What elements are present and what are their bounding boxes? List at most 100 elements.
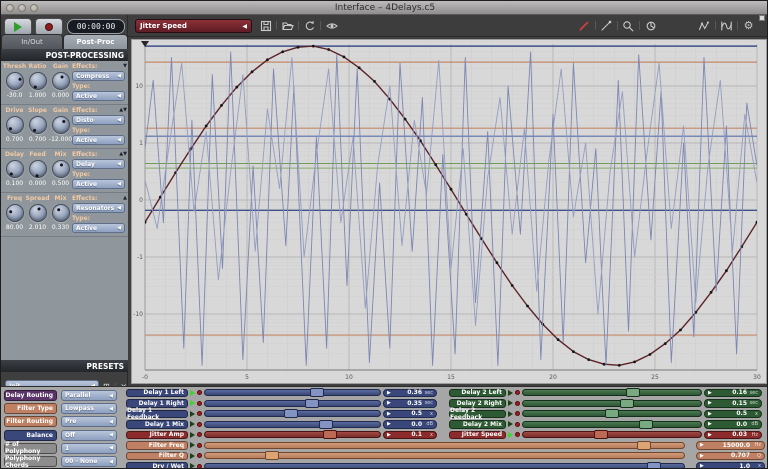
param-label-button[interactable]: Dry / Wet [126,462,188,468]
param-value-box[interactable]: ▶ 15000.0 Hz [696,441,765,450]
hand-tool-icon[interactable] [644,19,657,32]
param-slider[interactable] [204,409,381,419]
param-value-box[interactable]: ▶ 0.0 dB [704,420,762,429]
record-indicator[interactable] [197,411,202,417]
curve-point[interactable] [434,163,438,167]
record-indicator[interactable] [515,390,520,396]
play-indicator[interactable] [508,410,513,417]
param-label-button[interactable]: Filter Freq [126,441,188,450]
param-slider[interactable] [522,430,702,440]
param-slider[interactable] [522,409,702,419]
effect-dropdown[interactable]: Disto ◀ [72,115,125,125]
param-label-button[interactable]: Delay 2 Feedback [449,407,506,421]
slider-handle[interactable] [265,451,280,461]
curve-mode-icon[interactable] [720,19,733,32]
curve-point[interactable] [510,284,514,287]
undo-icon[interactable] [303,19,316,32]
routing-label-button[interactable]: Polyphony Chords [4,455,57,468]
effect-type-dropdown[interactable]: Active ◀ [72,91,125,101]
knob-freq[interactable] [5,204,24,222]
record-indicator[interactable] [197,442,202,448]
settings-gear-icon[interactable]: ⚙ [742,19,755,32]
curve-point[interactable] [281,50,285,54]
record-indicator[interactable] [197,400,202,406]
routing-dropdown[interactable]: Pre ◀ [61,416,117,428]
param-label-button[interactable]: Delay 2 Mix [449,420,506,429]
curve-point[interactable] [235,85,239,89]
save-icon[interactable] [259,19,272,32]
knob-mix[interactable] [51,204,70,222]
param-label-button[interactable]: Delay 1 Left [126,388,188,397]
routing-dropdown[interactable]: Off ◀ [61,429,117,441]
effect-dropdown[interactable]: Resonators ◀ [72,203,125,213]
param-value-box[interactable]: ▶ 0.5 x [704,409,762,418]
knob-ratio[interactable] [28,72,47,90]
curve-point[interactable] [572,350,575,353]
param-value-box[interactable]: ▶ 0.0 dB [383,420,437,429]
effect-type-dropdown[interactable]: Active ◀ [72,223,125,233]
routing-label-button[interactable]: # of Polyphony [4,441,57,455]
parameter-selector-dropdown[interactable]: Jitter Speed ◀ [135,19,252,33]
param-value-box[interactable]: ▶ 1.0 x [696,462,765,468]
play-indicator[interactable] [190,389,195,396]
play-indicator[interactable] [508,400,513,407]
curve-point[interactable] [266,58,269,62]
record-indicator[interactable] [515,432,520,438]
slider-handle[interactable] [619,398,634,408]
knob-feed[interactable] [28,160,47,178]
param-value-box[interactable]: ▶ 0.1 x [383,430,437,439]
curve-point[interactable] [342,55,346,59]
slider-handle[interactable] [319,419,334,429]
play-indicator[interactable] [190,442,195,449]
record-indicator[interactable] [197,453,202,459]
play-indicator[interactable] [190,421,195,428]
param-slider[interactable] [522,419,702,429]
record-indicator[interactable] [197,421,202,427]
play-indicator[interactable] [508,389,513,396]
param-value-box[interactable]: ▶ 0.36 sec [383,388,437,397]
play-indicator[interactable] [190,400,195,407]
param-value-box[interactable]: ▶ 0.03 Hz [704,430,762,439]
routing-label-button[interactable]: Delay Routing [4,390,57,402]
knob-mix[interactable] [51,160,70,178]
curve-point[interactable] [556,338,560,341]
play-indicator[interactable] [508,421,513,428]
record-indicator[interactable] [197,432,202,438]
param-slider[interactable] [204,430,381,440]
knob-gain[interactable] [51,72,70,90]
knob-thresh[interactable] [5,72,24,90]
curve-point[interactable] [373,80,376,83]
knob-slope[interactable] [28,116,47,134]
points-mode-icon[interactable] [698,19,711,32]
record-indicator[interactable] [197,463,202,468]
effect-dropdown[interactable]: Delay ◀ [72,159,125,169]
group-collapse-arrows[interactable]: ▲▼ [119,151,127,157]
param-slider[interactable] [522,398,702,408]
record-indicator[interactable] [515,400,520,406]
line-tool-icon[interactable] [600,19,613,32]
slider-handle[interactable] [309,388,324,398]
tab-post-proc[interactable]: Post-Proc [63,34,128,49]
param-label-button[interactable]: Jitter Amp [126,430,188,439]
record-indicator[interactable] [515,411,520,417]
tab-in-out[interactable]: In/Out [1,34,63,49]
curve-point[interactable] [311,44,315,48]
group-collapse-arrows[interactable]: ▲ [123,195,127,201]
param-value-box[interactable]: ▶ 0.35 sec [383,399,437,408]
slider-handle[interactable] [639,419,654,429]
curve-point[interactable] [357,66,361,70]
curve-point[interactable] [633,360,636,364]
play-indicator[interactable] [190,431,195,438]
slider-handle[interactable] [646,461,661,468]
open-icon[interactable] [281,19,294,32]
effect-type-dropdown[interactable]: Active ◀ [72,135,125,145]
curve-point[interactable] [327,48,330,51]
param-slider[interactable] [204,388,381,398]
curve-point[interactable] [526,304,529,308]
routing-label-button[interactable]: Balance [4,429,57,441]
routing-dropdown[interactable]: Lowpass ◀ [61,403,117,415]
curve-point[interactable] [755,220,759,224]
curve-point[interactable] [220,104,223,107]
curve-point[interactable] [495,261,499,265]
knob-drive[interactable] [5,116,24,134]
